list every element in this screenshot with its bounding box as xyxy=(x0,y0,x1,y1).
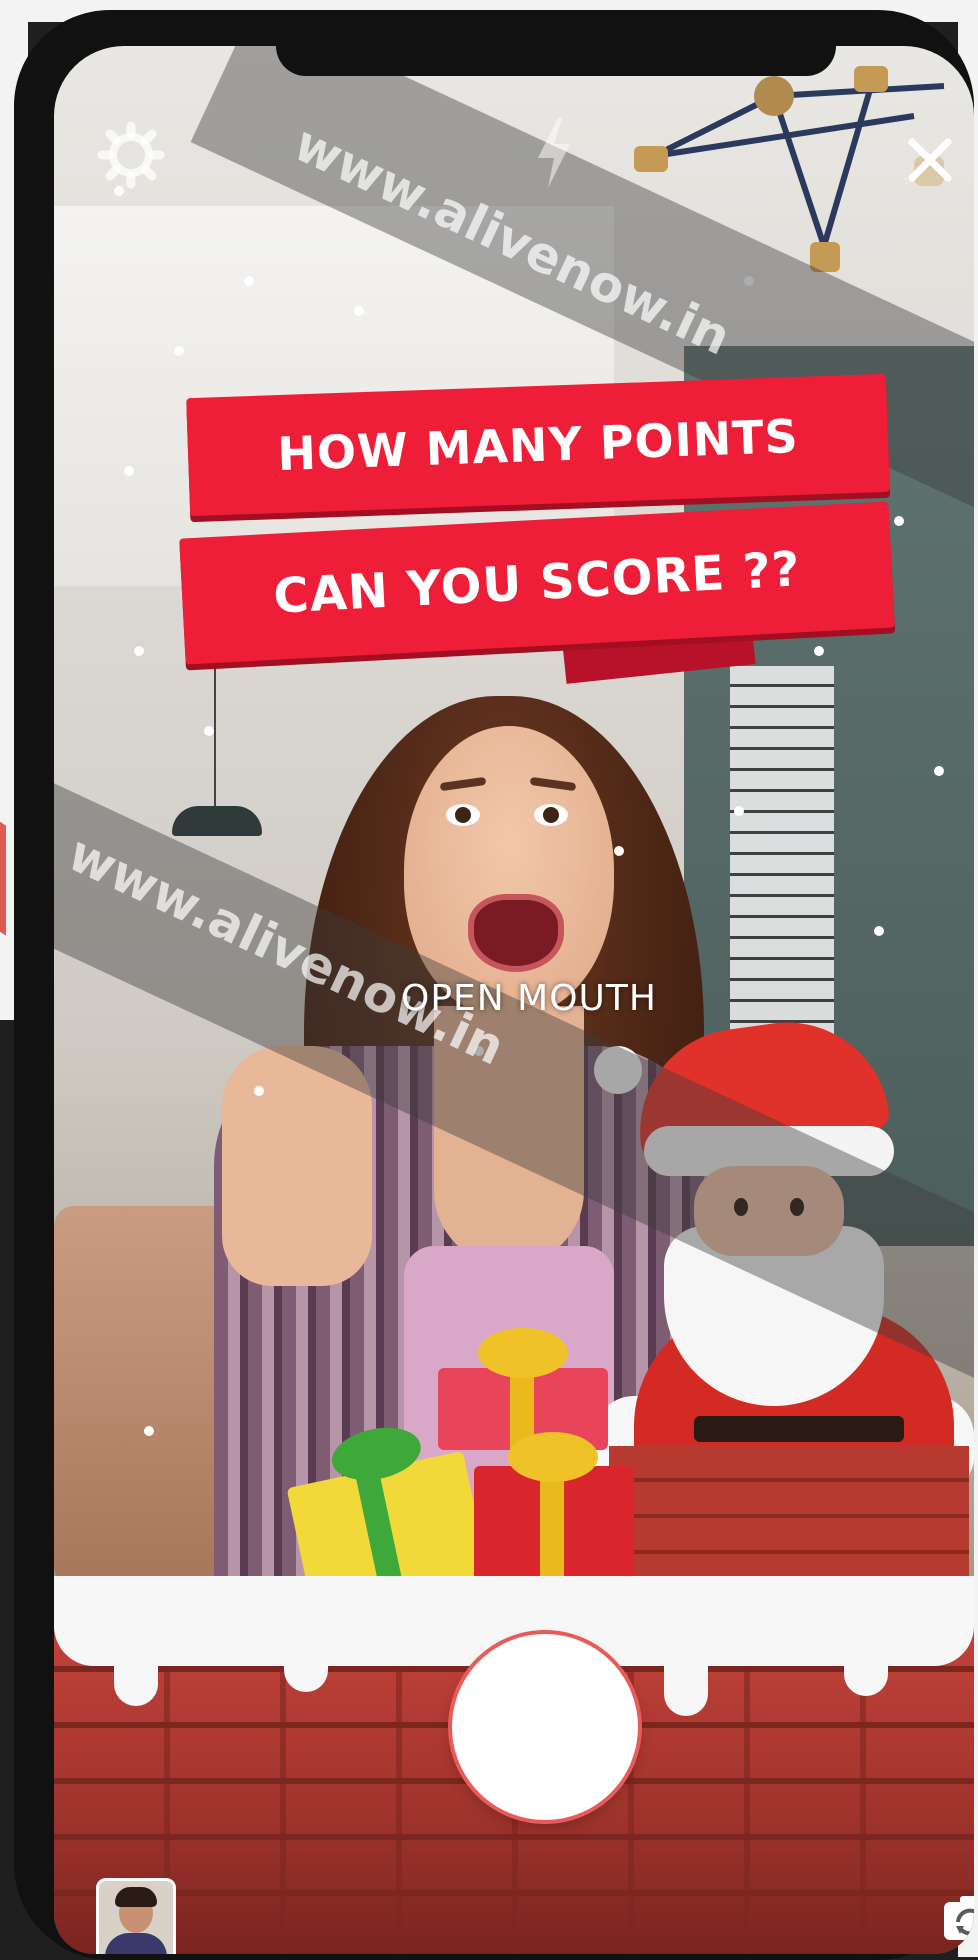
snowflake xyxy=(124,466,134,476)
flash-button[interactable] xyxy=(534,118,574,188)
snow-drip xyxy=(114,1636,158,1706)
open-mouth xyxy=(468,894,564,972)
eye-left xyxy=(446,804,480,826)
snowflake xyxy=(734,806,744,816)
snowflake xyxy=(174,346,184,356)
camera-flip-icon xyxy=(944,1896,974,1940)
camera-flip-button[interactable] xyxy=(940,1888,974,1948)
eyebrow-left xyxy=(439,776,487,792)
snowflake xyxy=(244,276,254,286)
snowflake xyxy=(254,1086,264,1096)
gift-bow xyxy=(478,1328,568,1378)
snowflake xyxy=(354,306,364,316)
snow-drip xyxy=(284,1636,328,1692)
snowflake xyxy=(894,516,904,526)
snowflake xyxy=(934,766,944,776)
close-button[interactable] xyxy=(902,132,958,188)
gift-bow xyxy=(508,1432,598,1482)
flash-icon xyxy=(538,118,570,188)
camera-viewport: www.alivenow.in www.alivenow.in HOW MANY… xyxy=(54,46,974,1954)
avatar-thumbnail-button[interactable] xyxy=(96,1878,176,1954)
pendant-lamp xyxy=(172,806,262,836)
avatar-shirt xyxy=(105,1933,167,1954)
eye-right xyxy=(534,804,568,826)
snow-drip xyxy=(844,1636,888,1696)
snow-drip xyxy=(664,1636,708,1716)
eyebrow-right xyxy=(529,776,577,792)
capture-button[interactable] xyxy=(452,1634,638,1820)
snowflake xyxy=(134,646,144,656)
snowflake xyxy=(144,1426,154,1436)
room-column xyxy=(730,666,834,1066)
pendant-lamp-cord xyxy=(214,666,216,816)
close-icon xyxy=(908,138,952,182)
phone-frame: www.alivenow.in www.alivenow.in HOW MANY… xyxy=(14,10,974,1960)
snowflake xyxy=(874,926,884,936)
santa-belt xyxy=(694,1416,904,1442)
snowflake xyxy=(204,726,214,736)
settings-button[interactable] xyxy=(96,120,166,190)
chimney xyxy=(609,1446,969,1596)
avatar-hair xyxy=(115,1887,157,1907)
banner-line-1: HOW MANY POINTS xyxy=(186,373,890,517)
phone-notch xyxy=(276,46,836,76)
snowflake xyxy=(614,846,624,856)
open-mouth-prompt: OPEN MOUTH xyxy=(401,978,657,1019)
snowflake xyxy=(814,646,824,656)
gear-icon xyxy=(97,121,165,189)
